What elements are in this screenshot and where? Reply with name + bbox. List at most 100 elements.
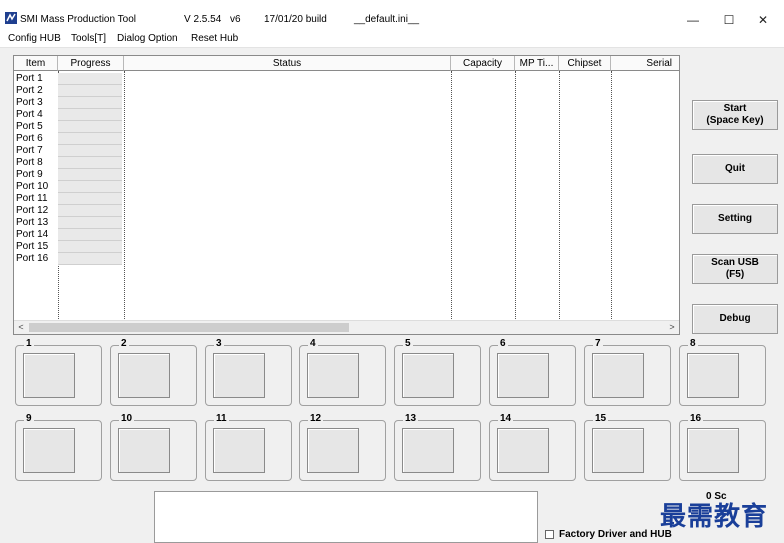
title-bar: SMI Mass Production Tool V 2.5.54 v6 17/… [0, 0, 784, 31]
column-header-chipset[interactable]: Chipset [559, 56, 611, 71]
port-label: Port 1 [16, 73, 43, 84]
scroll-right-icon[interactable]: > [666, 321, 678, 334]
column-header-progress[interactable]: Progress [58, 56, 124, 71]
column-header-status[interactable]: Status [124, 56, 451, 71]
port-number: 4 [308, 338, 318, 349]
factory-driver-label: Factory Driver and HUB [559, 529, 672, 540]
progress-cell [58, 229, 122, 241]
setting-button[interactable]: Setting [692, 204, 778, 234]
message-box[interactable] [154, 491, 538, 543]
progress-cell [58, 73, 122, 85]
port-number: 12 [308, 413, 324, 424]
port-indicator-button[interactable] [497, 353, 549, 398]
column-divider [611, 71, 612, 323]
table-row[interactable]: Port 11 [14, 193, 124, 205]
port-number: 8 [688, 338, 698, 349]
port-label: Port 16 [16, 253, 49, 264]
port-box-10: 10 [110, 413, 197, 481]
port-number: 3 [214, 338, 224, 349]
table-row[interactable]: Port 15 [14, 241, 124, 253]
column-header-capacity[interactable]: Capacity [451, 56, 515, 71]
progress-cell [58, 205, 122, 217]
port-indicator-button[interactable] [118, 428, 170, 473]
port-label: Port 12 [16, 205, 49, 216]
table-row[interactable]: Port 9 [14, 169, 124, 181]
table-row[interactable]: Port 1 [14, 73, 124, 85]
port-box-7: 7 [584, 338, 671, 406]
port-box-5: 5 [394, 338, 481, 406]
start-button[interactable]: Start (Space Key) [692, 100, 778, 130]
port-label: Port 4 [16, 109, 43, 120]
menu-dialog-option[interactable]: Dialog Option [117, 33, 178, 44]
minimize-button[interactable]: — [676, 8, 710, 32]
debug-button[interactable]: Debug [692, 304, 778, 334]
port-indicator-button[interactable] [307, 428, 359, 473]
column-divider [515, 71, 516, 323]
table-row[interactable]: Port 6 [14, 133, 124, 145]
ini-file: __default.ini__ [354, 14, 420, 25]
table-row[interactable]: Port 12 [14, 205, 124, 217]
menu-tools[interactable]: Tools[T] [71, 33, 106, 44]
column-header-mp-time[interactable]: MP Ti... [515, 56, 559, 71]
port-indicator-button[interactable] [402, 428, 454, 473]
table-row[interactable]: Port 10 [14, 181, 124, 193]
app-title: SMI Mass Production Tool [20, 14, 136, 25]
port-indicator-button[interactable] [23, 428, 75, 473]
port-indicator-button[interactable] [118, 353, 170, 398]
port-box-16: 16 [679, 413, 766, 481]
port-indicator-button[interactable] [592, 428, 644, 473]
port-indicator-button[interactable] [213, 353, 265, 398]
table-row[interactable]: Port 3 [14, 97, 124, 109]
table-row[interactable]: Port 4 [14, 109, 124, 121]
menu-config-hub[interactable]: Config HUB [8, 33, 61, 44]
port-indicator-button[interactable] [497, 428, 549, 473]
port-box-12: 12 [299, 413, 386, 481]
port-indicator-button[interactable] [402, 353, 454, 398]
port-indicator-button[interactable] [687, 353, 739, 398]
column-divider [124, 71, 125, 323]
table-row[interactable]: Port 2 [14, 85, 124, 97]
port-indicator-button[interactable] [592, 353, 644, 398]
progress-cell [58, 109, 122, 121]
port-label: Port 9 [16, 169, 43, 180]
horizontal-scrollbar[interactable]: < > [14, 320, 679, 334]
table-row[interactable]: Port 8 [14, 157, 124, 169]
scan-usb-button[interactable]: Scan USB (F5) [692, 254, 778, 284]
maximize-button[interactable]: ☐ [712, 8, 746, 32]
scrollbar-thumb[interactable] [29, 323, 349, 332]
table-row[interactable]: Port 13 [14, 217, 124, 229]
port-indicator-button[interactable] [687, 428, 739, 473]
port-number: 15 [593, 413, 609, 424]
port-number: 7 [593, 338, 603, 349]
column-header-serial[interactable]: Serial [611, 56, 679, 71]
close-button[interactable]: ✕ [746, 8, 780, 32]
port-box-11: 11 [205, 413, 292, 481]
port-indicator-button[interactable] [23, 353, 75, 398]
progress-cell [58, 169, 122, 181]
port-indicator-button[interactable] [213, 428, 265, 473]
scroll-left-icon[interactable]: < [15, 321, 27, 334]
port-box-6: 6 [489, 338, 576, 406]
table-row[interactable]: Port 7 [14, 145, 124, 157]
port-label: Port 13 [16, 217, 49, 228]
quit-button[interactable]: Quit [692, 154, 778, 184]
progress-cell [58, 241, 122, 253]
table-row[interactable]: Port 14 [14, 229, 124, 241]
port-number: 11 [214, 413, 229, 424]
port-indicator-button[interactable] [307, 353, 359, 398]
port-label: Port 11 [16, 193, 48, 204]
table-row[interactable]: Port 5 [14, 121, 124, 133]
factory-driver-checkbox[interactable] [545, 530, 554, 539]
port-status-grid[interactable]: Item Progress Status Capacity MP Ti... C… [13, 55, 680, 335]
progress-cell [58, 181, 122, 193]
column-divider [559, 71, 560, 323]
table-row[interactable]: Port 16 [14, 253, 124, 265]
column-header-item[interactable]: Item [14, 56, 58, 71]
menu-reset-hub[interactable]: Reset Hub [191, 33, 238, 44]
progress-cell [58, 193, 122, 205]
port-box-15: 15 [584, 413, 671, 481]
port-box-2: 2 [110, 338, 197, 406]
port-label: Port 7 [16, 145, 43, 156]
port-label: Port 10 [16, 181, 49, 192]
port-label: Port 5 [16, 121, 43, 132]
